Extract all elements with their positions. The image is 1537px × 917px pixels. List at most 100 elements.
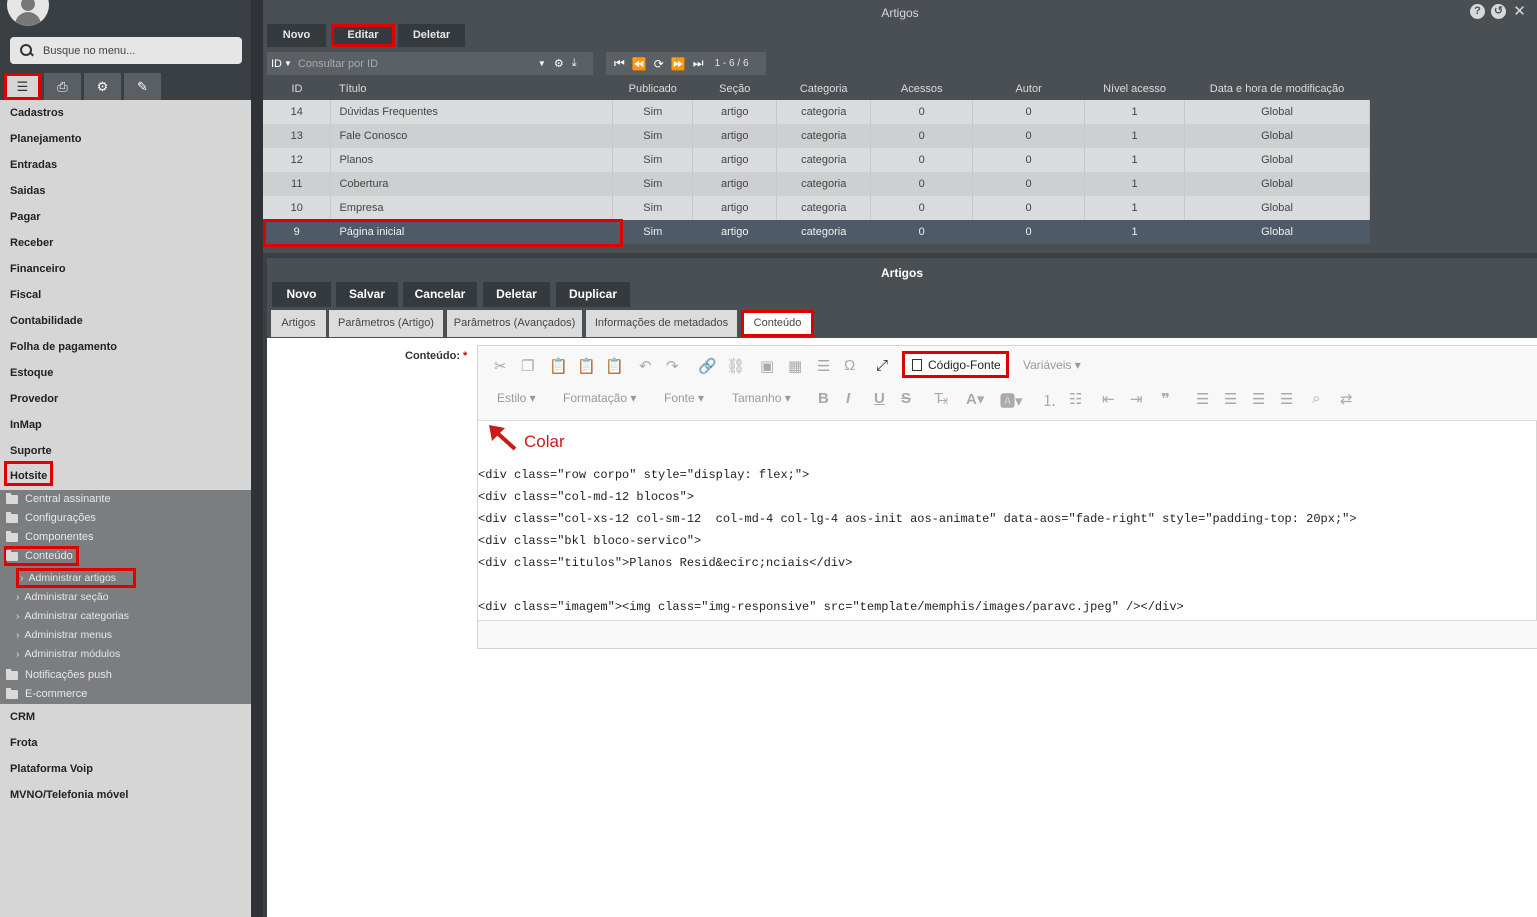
paste-text-icon[interactable]: 📋 [577,357,596,375]
settings-tab[interactable]: ⚙ [84,73,121,100]
column-header[interactable]: Seção [692,78,777,100]
undo-icon[interactable]: ↶ [639,357,652,375]
menu-item-crm[interactable]: CRM [10,711,35,723]
source-code-button[interactable]: Código-Fonte [902,351,1009,378]
tab-metadados[interactable]: Informações de metadados [586,310,737,337]
unlink-icon[interactable]: ⛓ [726,357,745,375]
column-header[interactable]: Acessos [870,78,973,100]
close-icon[interactable]: ✕ [1512,4,1527,19]
bulleted-list-icon[interactable]: ☷ [1069,390,1082,408]
underline-icon[interactable]: U [874,390,885,407]
prev-page-icon[interactable]: ⏪ [632,57,647,71]
table-icon[interactable]: ▦ [788,357,802,375]
table-row[interactable]: 13 Fale Conosco Sim artigo categoria 0 0 1 Globa… [263,124,1370,148]
menu-list-tab[interactable]: ☰ [4,73,41,100]
menu-item-voip[interactable]: Plataforma Voip [10,763,93,775]
column-header[interactable]: Publicado [612,78,693,100]
grid-new-button[interactable]: Novo [267,24,326,47]
menu-item-suporte[interactable]: Suporte [10,445,52,457]
refresh-icon[interactable]: ⟳ [654,57,664,71]
menu-search-input[interactable]: Busque no menu... [10,37,242,64]
sidebar-splitter[interactable] [251,0,263,917]
style-dropdown[interactable]: Estilo ▾ [497,391,536,405]
submenu-configuracoes[interactable]: Configurações [6,511,96,524]
horizontal-rule-icon[interactable]: ☰ [817,357,830,375]
blockquote-icon[interactable]: ❞ [1161,390,1170,408]
submenu-administrar-artigos[interactable]: › Administrar artigos [16,568,137,588]
variables-dropdown[interactable]: Variáveis ▾ [1023,358,1081,372]
find-icon[interactable]: ⌕ [1312,390,1320,407]
table-row[interactable]: 10 Empresa Sim artigo categoria 0 0 1 Global [263,196,1370,220]
align-left-icon[interactable]: ☰ [1196,390,1209,408]
caret-down-icon[interactable]: ▼ [538,59,546,68]
replace-icon[interactable]: ⇄ [1340,390,1353,408]
avatar[interactable] [7,0,49,26]
download-icon[interactable]: ⤓ [572,57,577,70]
tab-parametros-artigo[interactable]: Parâmetros (Artigo) [329,310,443,337]
tools-tab[interactable]: ✎ [124,73,161,100]
submenu-administrar-secao[interactable]: › Administrar seção [16,591,109,603]
paste-icon[interactable]: 📋 [549,357,568,375]
next-page-icon[interactable]: ⏩ [671,57,686,71]
column-header[interactable]: Título [330,78,613,100]
column-header[interactable]: ID [263,78,331,100]
image-icon[interactable]: ▣ [760,357,774,375]
cut-icon[interactable]: ✂ [494,357,507,375]
grid-delete-button[interactable]: Deletar [398,24,465,47]
tab-parametros-avancados[interactable]: Parâmetros (Avançados) [447,310,582,337]
table-row[interactable]: 11 Cobertura Sim artigo categoria 0 0 1 Global [263,172,1370,196]
submenu-administrar-categorias[interactable]: › Administrar categorias [16,610,129,622]
save-button[interactable]: Salvar [336,282,398,307]
duplicate-button[interactable]: Duplicar [556,282,630,307]
bg-color-icon[interactable]: 🅰▾ [1000,390,1023,411]
menu-item-contabilidade[interactable]: Contabilidade [10,315,83,327]
editor-content[interactable]: <div class="row corpo" style="display: f… [478,464,1357,618]
numbered-list-icon[interactable]: ⒈ [1042,390,1057,411]
outdent-icon[interactable]: ⇤ [1102,390,1115,408]
menu-item-planejamento[interactable]: Planejamento [10,133,82,145]
text-color-icon[interactable]: A▾ [966,390,984,408]
menu-item-hotsite[interactable]: Hotsite [4,461,54,486]
submenu-componentes[interactable]: Componentes [6,530,94,543]
special-char-icon[interactable]: Ω [844,357,855,374]
submenu-administrar-modulos[interactable]: › Administrar módulos [16,648,120,660]
column-header[interactable]: Nível acesso [1084,78,1185,100]
submenu-ecommerce[interactable]: E-commerce [6,687,87,700]
column-header[interactable]: Categoria [776,78,871,100]
paste-word-icon[interactable]: 📋 [605,357,624,375]
menu-item-mvno[interactable]: MVNO/Telefonia móvel [10,789,128,801]
submenu-notificacoes-push[interactable]: Notificações push [6,668,112,681]
submenu-conteudo[interactable]: Conteúdo [4,546,79,566]
redo-icon[interactable]: ↷ [666,357,679,375]
menu-item-folha[interactable]: Folha de pagamento [10,341,117,353]
align-justify-icon[interactable]: ☰ [1280,390,1293,408]
format-dropdown[interactable]: Formatação ▾ [563,391,636,405]
maximize-icon[interactable]: ⤢ [876,357,888,374]
menu-item-provedor[interactable]: Provedor [10,393,58,405]
menu-item-pagar[interactable]: Pagar [10,211,41,223]
align-right-icon[interactable]: ☰ [1252,390,1265,408]
filter-input[interactable]: Consultar por ID [298,58,538,70]
history-icon[interactable]: ↺ [1491,4,1506,19]
last-page-icon[interactable]: ⏭ [693,56,704,71]
table-row[interactable]: 12 Planos Sim artigo categoria 0 0 1 Global [263,148,1370,172]
filter-options-icon[interactable]: ⚙ [554,57,564,70]
menu-item-inmap[interactable]: InMap [10,419,42,431]
size-dropdown[interactable]: Tamanho ▾ [732,391,791,405]
table-row[interactable]: 14 Dúvidas Frequentes Sim artigo categoria 0 0… [263,100,1370,124]
submenu-administrar-menus[interactable]: › Administrar menus [16,629,112,641]
grid-edit-button[interactable]: Editar [331,24,395,47]
submenu-central-assinante[interactable]: Central assinante [6,492,111,505]
menu-item-saidas[interactable]: Saidas [10,185,45,197]
tab-artigos[interactable]: Artigos [271,310,326,337]
menu-item-estoque[interactable]: Estoque [10,367,53,379]
help-icon[interactable]: ? [1470,4,1485,19]
first-page-icon[interactable]: ⏮ [614,56,625,71]
strike-icon[interactable]: S [901,390,911,407]
menu-item-frota[interactable]: Frota [10,737,38,749]
filter-field-select[interactable]: ID [271,58,282,70]
form-new-button[interactable]: Novo [272,282,331,307]
menu-item-cadastros[interactable]: Cadastros [10,107,64,119]
cancel-button[interactable]: Cancelar [403,282,477,307]
link-icon[interactable]: 🔗 [698,357,717,375]
